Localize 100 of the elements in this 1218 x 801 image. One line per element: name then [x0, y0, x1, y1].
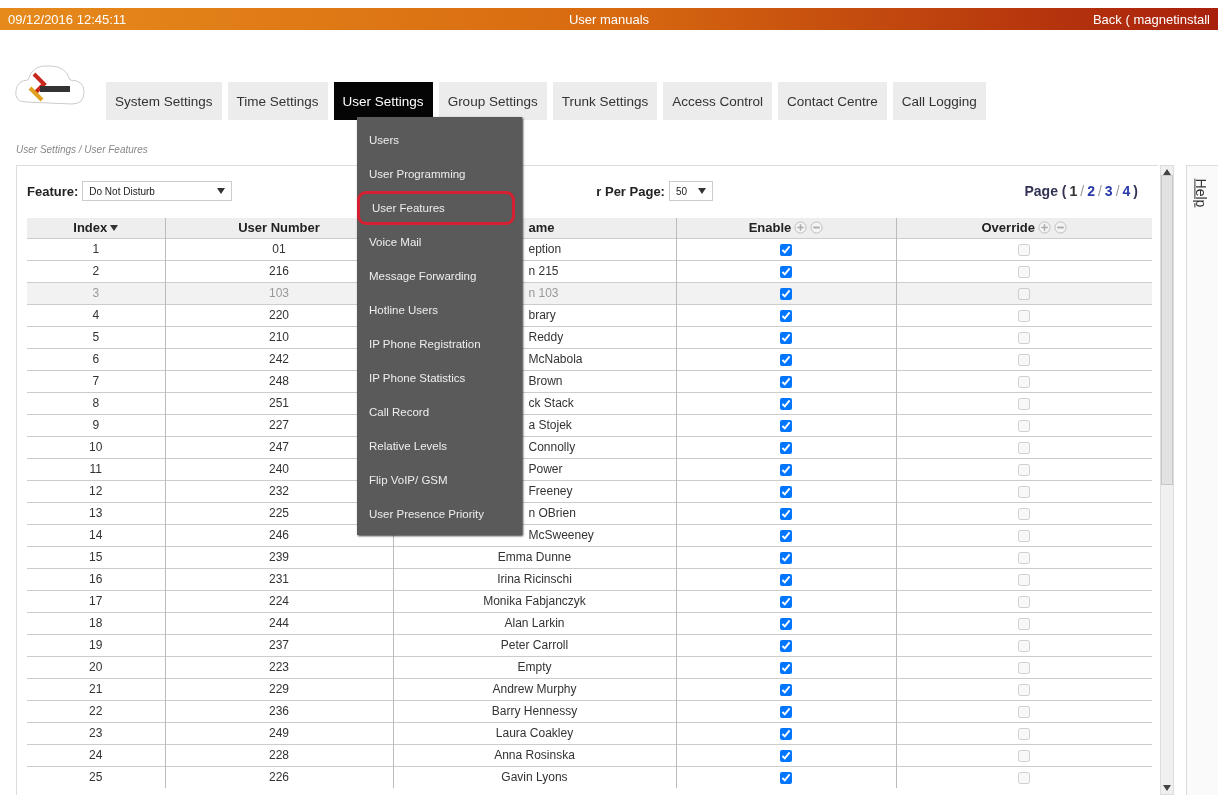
table-cell: 237: [269, 638, 289, 652]
menu-item[interactable]: Message Forwarding: [357, 259, 522, 293]
checkbox[interactable]: [780, 463, 792, 476]
menu-item[interactable]: User Programming: [357, 157, 522, 191]
menu-item[interactable]: IP Phone Statistics: [357, 361, 522, 395]
nav-tab[interactable]: Access Control: [663, 82, 773, 120]
checkbox[interactable]: [780, 661, 792, 674]
scroll-down-icon[interactable]: [1163, 785, 1172, 791]
checkbox[interactable]: [780, 243, 792, 256]
table-cell: Laura Coakley: [495, 726, 574, 740]
table-cell: McNabola: [528, 352, 583, 366]
table-cell: 251: [269, 396, 289, 410]
table-cell: McSweeney: [528, 528, 594, 542]
checkbox[interactable]: [780, 419, 792, 432]
checkbox[interactable]: [780, 397, 792, 410]
table-cell: 17: [89, 594, 103, 608]
scrollbar[interactable]: [1160, 165, 1175, 795]
table-cell: 10: [89, 440, 103, 454]
table-cell: 239: [269, 550, 289, 564]
menu-item[interactable]: Users: [357, 123, 522, 157]
page-link[interactable]: 1: [1069, 183, 1078, 199]
page-link[interactable]: 3: [1104, 183, 1113, 199]
plus-icon[interactable]: [794, 221, 808, 235]
table-cell: 19: [89, 638, 103, 652]
column-header[interactable]: Enable: [748, 220, 792, 236]
checkbox[interactable]: [780, 573, 792, 586]
table-cell: 236: [269, 704, 289, 718]
page-link[interactable]: 2: [1087, 183, 1095, 199]
checkbox[interactable]: [780, 529, 792, 542]
checkbox[interactable]: [780, 639, 792, 652]
table-cell: 228: [269, 748, 289, 762]
checkbox[interactable]: [780, 353, 792, 366]
nav-tab[interactable]: System Settings: [106, 82, 222, 120]
checkbox[interactable]: [780, 485, 792, 498]
menu-item[interactable]: Flip VoIP/ GSM: [357, 463, 522, 497]
nav-tab[interactable]: Group Settings: [438, 82, 547, 120]
menu-item[interactable]: Voice Mail: [357, 225, 522, 259]
page-link[interactable]: 4: [1122, 183, 1131, 199]
table-cell: 25: [89, 770, 103, 785]
table-cell: 9: [92, 418, 100, 432]
nav-tab[interactable]: Trunk Settings: [552, 82, 658, 120]
checkbox[interactable]: [780, 331, 792, 344]
nav-tab[interactable]: Time Settings: [227, 82, 328, 120]
page-separator: /: [1115, 183, 1120, 199]
table-cell: Connolly: [528, 440, 576, 454]
table-cell: 1: [92, 242, 100, 256]
table-cell: 23: [89, 726, 103, 740]
checkbox[interactable]: [780, 617, 792, 630]
table-cell: 248: [269, 374, 289, 388]
menu-item[interactable]: Call Record: [357, 395, 522, 429]
minus-icon[interactable]: [810, 221, 824, 235]
nav-tab[interactable]: Contact Centre: [778, 82, 887, 120]
table-cell: 232: [269, 484, 289, 498]
checkbox[interactable]: [780, 507, 792, 520]
menu-item[interactable]: User Presence Priority: [357, 497, 522, 531]
table-cell: 5: [92, 330, 100, 344]
table-cell: 223: [269, 660, 289, 674]
table-cell: eption: [528, 242, 562, 256]
table-cell: Gavin Lyons: [501, 770, 568, 785]
menu-item[interactable]: Relative Levels: [357, 429, 522, 463]
back-link[interactable]: Back ( magnetinstall: [809, 11, 1210, 27]
column-header[interactable]: ame: [528, 220, 555, 236]
minus-icon[interactable]: [1054, 221, 1067, 235]
table-cell: ck Stack: [528, 396, 574, 410]
table-cell: 247: [269, 440, 289, 454]
table-cell: Emma Dunne: [497, 550, 572, 564]
sort-icon[interactable]: [110, 224, 119, 231]
checkbox[interactable]: [780, 309, 792, 322]
checkbox[interactable]: [780, 595, 792, 608]
feature-dropdown[interactable]: Do Not Disturb: [82, 181, 233, 201]
table-cell: brary: [528, 308, 556, 322]
checkbox[interactable]: [780, 375, 792, 388]
menu-item[interactable]: Hotline Users: [357, 293, 522, 327]
nav-tab[interactable]: Call Logging: [892, 82, 986, 120]
help-link[interactable]: Help: [1195, 178, 1210, 208]
checkbox[interactable]: [780, 551, 792, 564]
nav-tab[interactable]: User Settings: [333, 82, 433, 120]
table-cell: 7: [92, 374, 100, 388]
checkbox[interactable]: [780, 441, 792, 454]
table-cell: 11: [89, 462, 102, 476]
checkbox[interactable]: [780, 749, 792, 762]
menu-item[interactable]: IP Phone Registration: [357, 327, 522, 361]
plus-icon[interactable]: [1038, 221, 1051, 235]
table-cell: Irina Ricinschi: [497, 572, 572, 586]
menu-item[interactable]: User Features: [357, 191, 515, 225]
per-page-dropdown[interactable]: 50: [668, 181, 713, 201]
user-manuals-link[interactable]: User manuals: [408, 11, 810, 27]
checkbox[interactable]: [780, 683, 792, 696]
table-cell: 240: [269, 462, 289, 476]
table-cell: Anna Rosinska: [494, 748, 575, 762]
table-cell: 8: [92, 396, 100, 410]
page-label: Page (: [1024, 183, 1067, 199]
table-cell: Barry Hennessy: [491, 704, 578, 718]
checkbox[interactable]: [780, 265, 792, 278]
table-cell: 12: [89, 484, 103, 498]
table-cell: 24: [89, 748, 103, 762]
caret-icon: [217, 188, 226, 194]
checkbox[interactable]: [780, 727, 792, 740]
checkbox[interactable]: [780, 772, 792, 785]
checkbox[interactable]: [780, 705, 792, 718]
